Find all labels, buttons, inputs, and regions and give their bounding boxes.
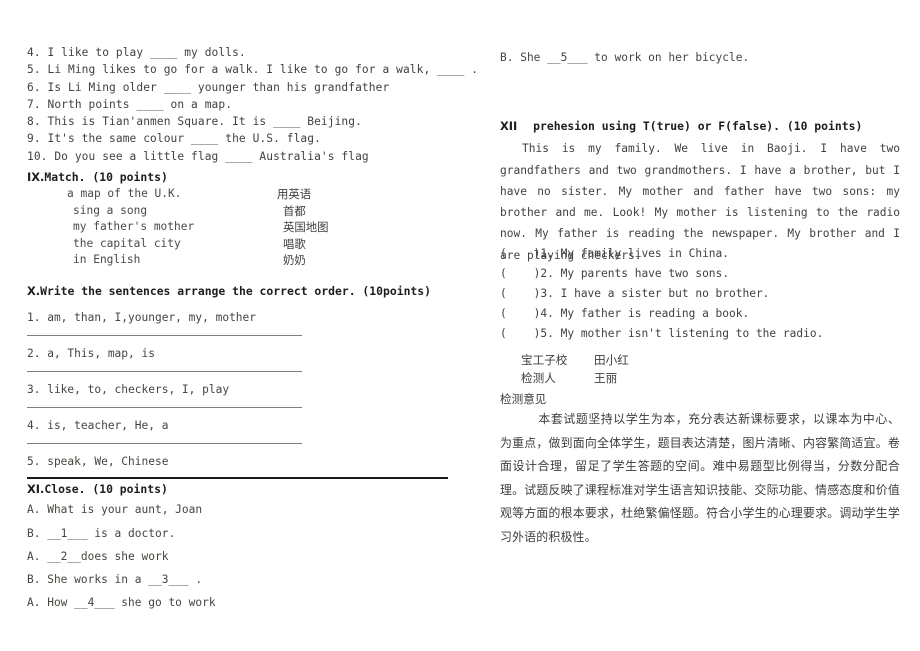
word-order-item: 3. like, to, checkers, I, play (27, 383, 230, 397)
true-false-statement-list: ( )1. My family lives in China. ( )2. My… (500, 244, 900, 344)
reviewer-label: 检测人 (521, 370, 556, 385)
fill-in-blank-list: 4. I like to play ____ my dolls. 5. Li M… (27, 44, 479, 165)
fill-in-blank-item: 5. Li Ming likes to go for a walk. I lik… (27, 63, 479, 77)
true-false-statement[interactable]: ( )4. My father is reading a book. (500, 304, 900, 324)
dialogue-line: A. How __4___ she go to work (27, 596, 216, 610)
fill-in-blank-item: 7. North points ____ on a map. (27, 97, 233, 111)
section-x-heading: X.Write the sentences arrange the correc… (27, 283, 457, 300)
match-english: sing a song (73, 203, 148, 217)
fill-in-blank-item: 10. Do you see a little flag ____ Austra… (27, 149, 369, 163)
section-xii-title: prehesion using T(true) or F(false). (10… (533, 119, 863, 133)
section-xi-numeral: XI. (27, 482, 45, 496)
section-divider-rule (27, 477, 448, 479)
word-order-item: 5. speak, We, Chinese (27, 455, 169, 469)
review-comment-text: 本套试题坚持以学生为本，充分表达新课标要求，以课本为中心、为重点，做到面向全体学… (500, 412, 900, 544)
section-ix-title: Match. (10 points) (44, 170, 168, 184)
match-english: my father's mother (73, 220, 195, 234)
match-chinese: 唱歌 (283, 236, 306, 251)
match-chinese: 首都 (283, 203, 306, 218)
dialogue-line: A. What is your aunt, Joan (27, 503, 203, 517)
section-ix-match: IX.Match. (10 points) a map of the U.K. … (27, 169, 457, 268)
section-xii-numeral: XII (500, 119, 518, 133)
dialogue-line: B. She works in a __3___ . (27, 573, 203, 587)
school-label: 宝工子校 (521, 353, 568, 367)
review-comment-block: 本套试题坚持以学生为本，充分表达新课标要求，以课本为中心、为重点，做到面向全体学… (500, 408, 900, 550)
section-xi-cloze: XI.Close. (10 points) A. What is your au… (27, 481, 457, 615)
match-row[interactable]: the capital city 唱歌 (27, 236, 457, 252)
word-order-item: 2. a, This, map, is (27, 347, 155, 361)
section-xii-heading: XII prehesion using T(true) or F(false).… (500, 118, 900, 135)
section-ix-heading: IX.Match. (10 points) (27, 169, 457, 186)
match-row[interactable]: a map of the U.K. 用英语 (27, 186, 457, 202)
dialogue-line: B. She __5___ to work on her bicycle. (500, 51, 750, 64)
dialogue-line: A. __2__does she work (27, 549, 169, 563)
section-x-title: Write the sentences arrange the correct … (40, 284, 432, 298)
match-english: in English (73, 252, 141, 266)
fill-in-blank-item: 8. This is Tian'anmen Square. It is ____… (27, 115, 362, 129)
true-false-statement[interactable]: ( )1. My family lives in China. (500, 244, 900, 264)
school-row: 宝工子校 田小红 (500, 352, 900, 370)
match-english: the capital city (73, 236, 181, 250)
match-chinese: 英国地图 (283, 220, 329, 235)
match-row[interactable]: sing a song 首都 (27, 203, 457, 219)
fill-in-blank-item: 9. It's the same colour ____ the U.S. fl… (27, 132, 321, 146)
school-value: 田小红 (594, 353, 629, 367)
true-false-statement[interactable]: ( )5. My mother isn't listening to the r… (500, 324, 900, 344)
reviewer-row: 检测人 王丽 (500, 370, 900, 388)
dialogue-line: B. __1___ is a doctor. (27, 526, 176, 540)
section-ix-numeral: IX. (27, 170, 45, 184)
word-order-item: 1. am, than, I,younger, my, mother (27, 311, 257, 325)
review-comment: 本套试题坚持以学生为本，充分表达新课标要求，以课本为中心、为重点，做到面向全体学… (500, 408, 900, 550)
reviewer-signature-block: 宝工子校 田小红 检测人 王丽 检测意见 (500, 352, 900, 408)
fill-in-blank-item: 4. I like to play ____ my dolls. (27, 46, 246, 59)
reviewer-value: 王丽 (594, 370, 618, 385)
section-x-numeral: X. (27, 284, 41, 298)
true-false-statement[interactable]: ( )2. My parents have two sons. (500, 264, 900, 284)
match-chinese: 奶奶 (283, 252, 306, 267)
exam-paper-page: 4. I like to play ____ my dolls. 5. Li M… (0, 0, 920, 651)
word-order-item: 4. is, teacher, He, a (27, 419, 169, 433)
match-chinese: 用英语 (277, 187, 312, 202)
match-english: a map of the U.K. (67, 187, 182, 201)
match-row[interactable]: my father's mother 英国地图 (27, 219, 457, 235)
cloze-continued-line: B. She __5___ to work on her bicycle. (500, 46, 900, 69)
section-x-write-sentences: X.Write the sentences arrange the correc… (27, 283, 457, 470)
true-false-statement[interactable]: ( )3. I have a sister but no brother. (500, 284, 900, 304)
section-xi-title: Close. (10 points) (44, 482, 168, 496)
match-row[interactable]: in English 奶奶 (27, 252, 457, 268)
opinion-label: 检测意见 (500, 392, 547, 406)
section-xi-heading: XI.Close. (10 points) (27, 481, 457, 498)
fill-in-blank-item: 6. Is Li Ming older ____ younger than hi… (27, 80, 390, 94)
